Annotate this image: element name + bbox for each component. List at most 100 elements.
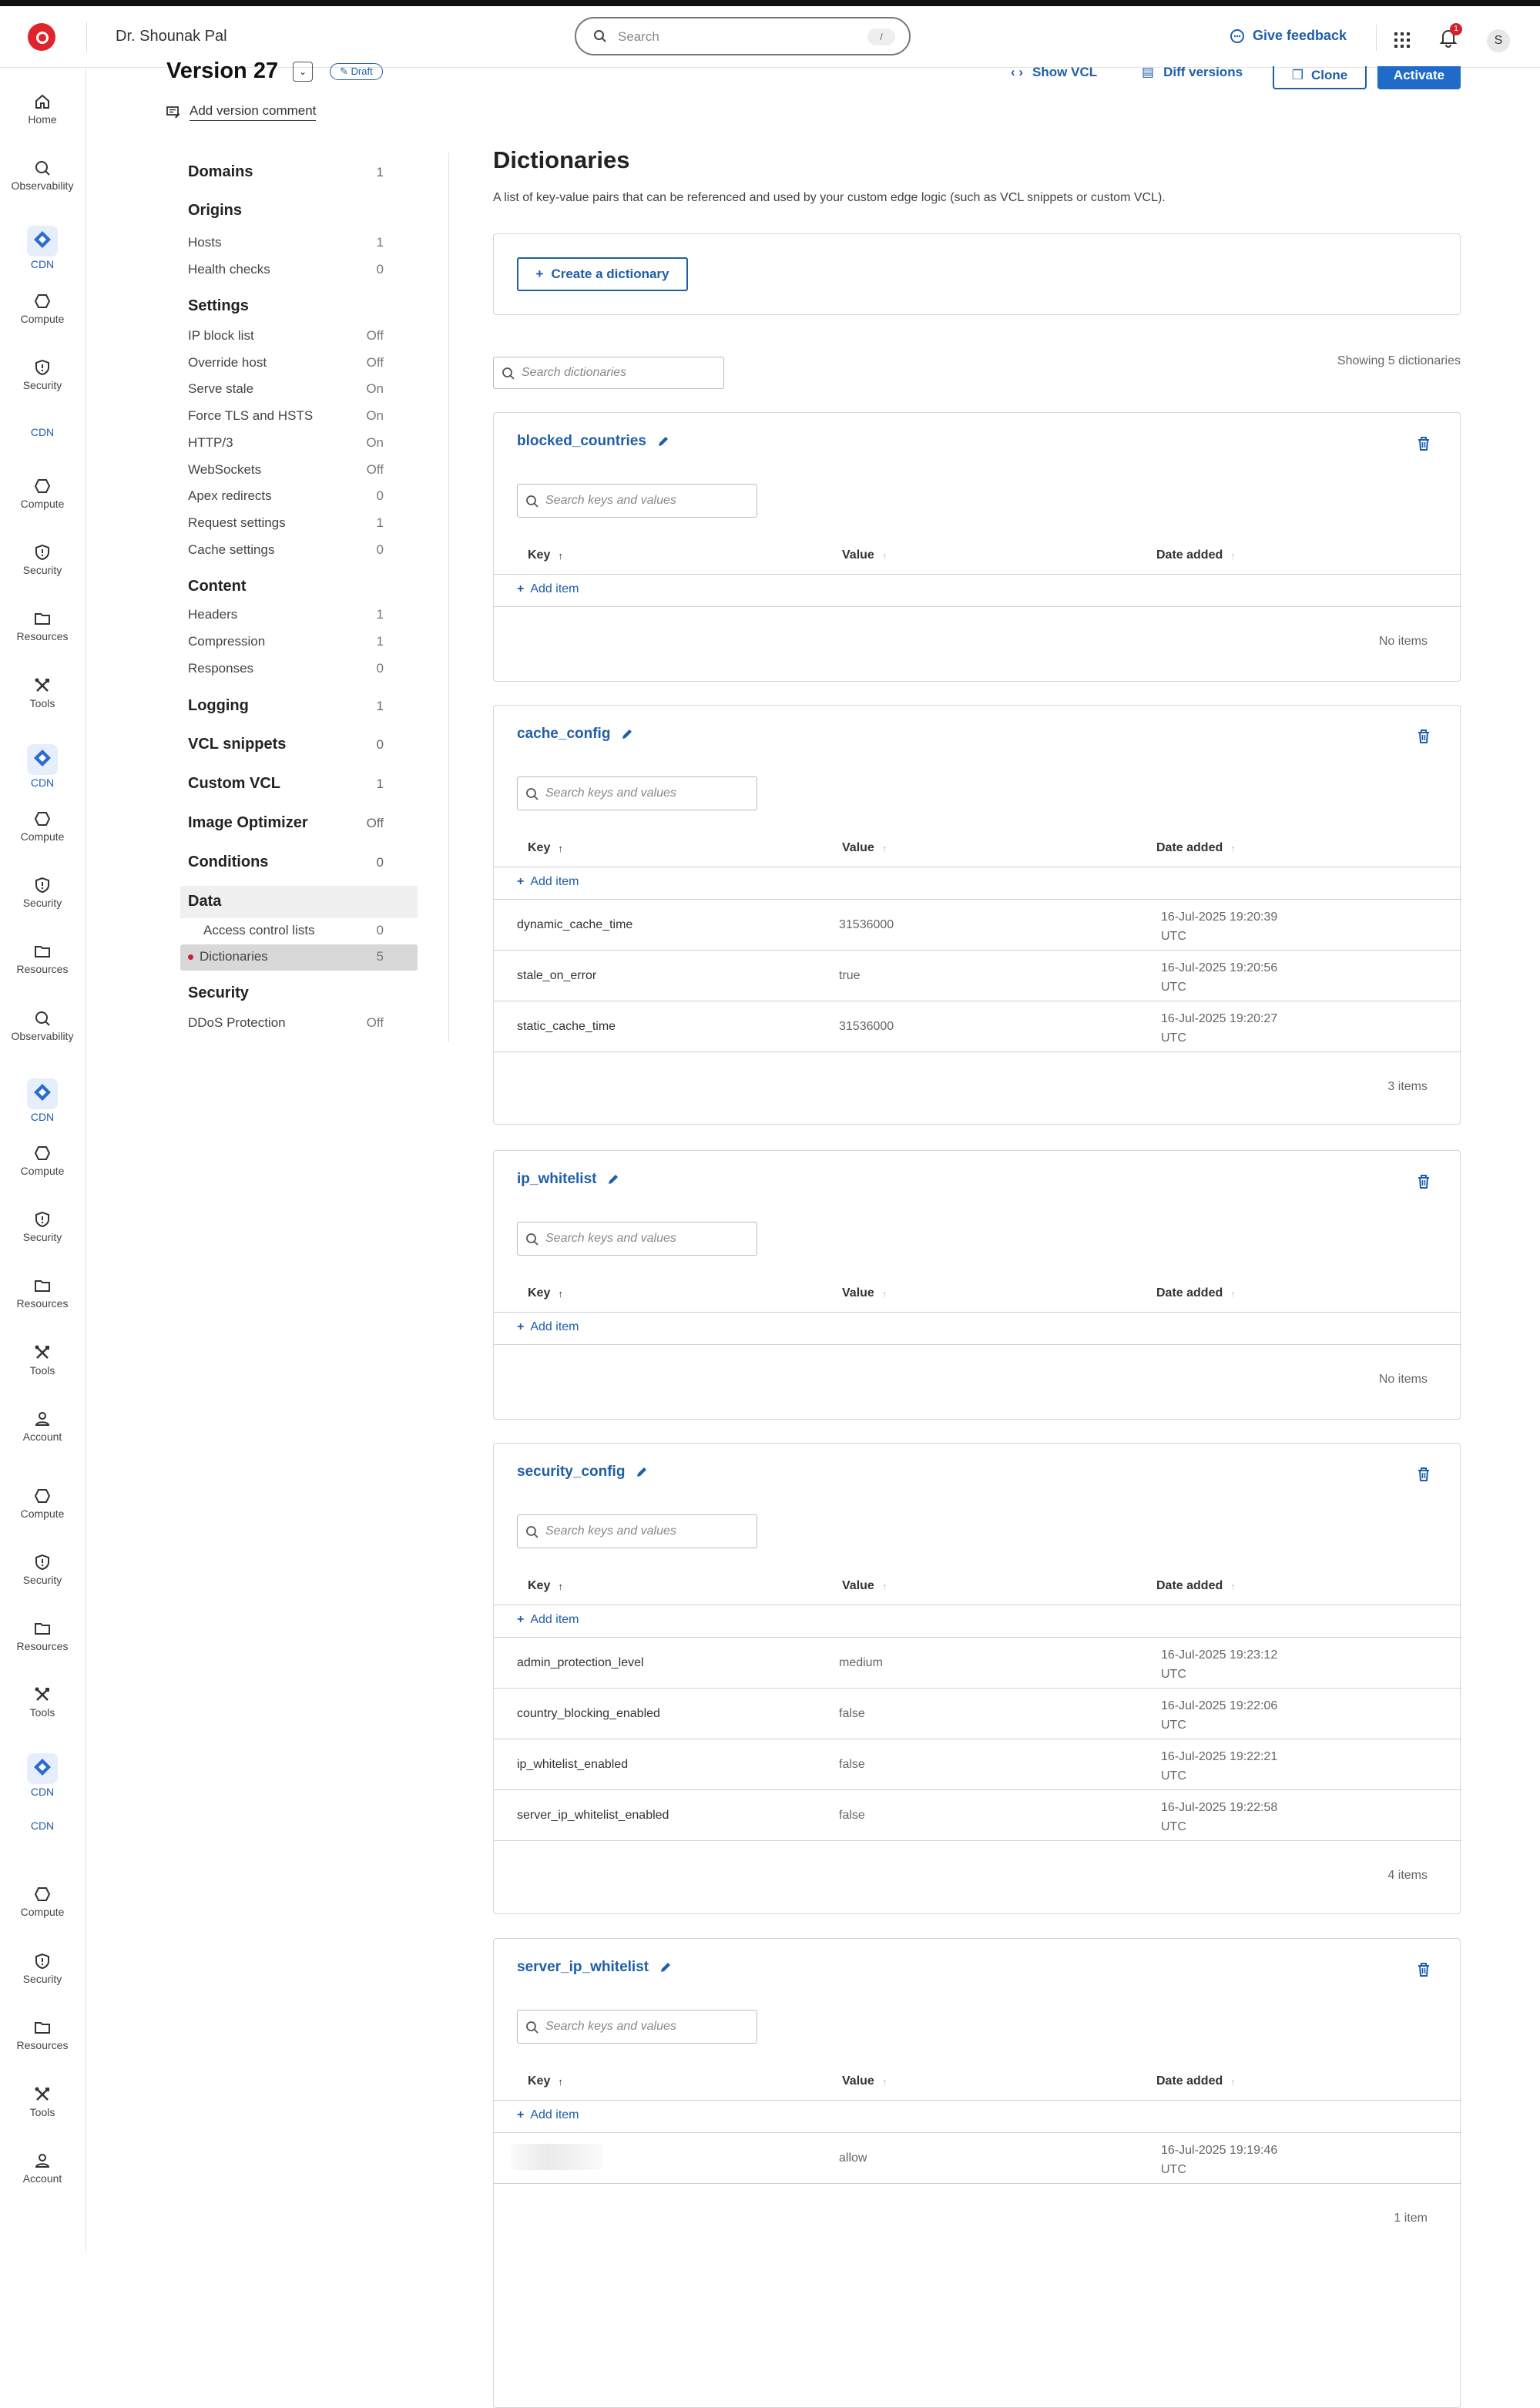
sidebar-item-resources[interactable]: Resources: [0, 2019, 85, 2051]
table-row[interactable]: dynamic_cache_time 31536000 16-Jul-2025 19…: [494, 900, 1461, 951]
column-header-value[interactable]: Value ↑: [842, 841, 887, 855]
dictionary-name-link[interactable]: server_ip_whitelist: [517, 1959, 672, 1976]
subnav-item-health-checks[interactable]: Health checks 0: [166, 262, 405, 277]
subnav-item-access-control-lists[interactable]: Access control lists 0: [166, 923, 405, 938]
add-item-button[interactable]: + Add item: [517, 1613, 579, 1627]
sidebar-item-security[interactable]: Security: [0, 877, 85, 909]
column-header-value[interactable]: Value ↑: [842, 2074, 887, 2088]
pencil-edit-icon[interactable]: [657, 435, 669, 448]
subnav-item-serve-stale[interactable]: Serve stale On: [166, 381, 405, 397]
column-header-date-added[interactable]: Date added ↑: [1156, 841, 1236, 855]
pencil-edit-icon[interactable]: [659, 1961, 672, 1974]
sidebar-item-compute[interactable]: Compute: [0, 478, 85, 510]
show-vcl-button[interactable]: ‹ › Show VCL: [1011, 65, 1097, 80]
sidebar-item-observability[interactable]: Observability: [0, 1010, 85, 1042]
subnav-item-vcl-snippets[interactable]: VCL snippets 0: [166, 736, 405, 753]
subnav-item-override-host[interactable]: Override host Off: [166, 355, 405, 371]
diff-versions-button[interactable]: ▤ Diff versions: [1142, 65, 1243, 80]
sidebar-item-cdn[interactable]: CDN: [0, 744, 85, 789]
subnav-item-dictionaries[interactable]: Dictionaries 5: [166, 949, 405, 964]
sidebar-item-account[interactable]: Account: [0, 1410, 85, 1443]
subnav-item-websockets[interactable]: WebSockets Off: [166, 462, 405, 478]
subnav-item-cache-settings[interactable]: Cache settings 0: [166, 542, 405, 558]
table-row[interactable]: allow 16-Jul-2025 19:19:46 UTC: [494, 2133, 1461, 2184]
pencil-edit-icon[interactable]: [621, 728, 633, 740]
give-feedback-button[interactable]: Give feedback: [1230, 28, 1347, 44]
subnav-item-responses[interactable]: Responses 0: [166, 661, 405, 676]
version-title[interactable]: Version 27: [166, 59, 278, 83]
sidebar-item-tools[interactable]: Tools: [0, 1686, 85, 1719]
search-dictionaries-input[interactable]: Search dictionaries: [493, 357, 724, 389]
sidebar-item-home[interactable]: Home: [0, 93, 85, 126]
sidebar-item-compute[interactable]: Compute: [0, 1487, 85, 1520]
subnav-item-domains[interactable]: Domains 1: [166, 163, 405, 181]
column-header-date-added[interactable]: Date added ↑: [1156, 1286, 1236, 1300]
fastly-logo-icon[interactable]: [28, 23, 55, 51]
column-header-key[interactable]: Key ↑: [528, 841, 563, 855]
sidebar-item-tools[interactable]: Tools: [0, 2086, 85, 2118]
trash-delete-icon[interactable]: [1417, 1962, 1431, 1977]
add-item-button[interactable]: + Add item: [517, 1320, 579, 1334]
sidebar-item-security[interactable]: Security: [0, 1953, 85, 1985]
table-row[interactable]: ip_whitelist_enabled false 16-Jul-2025 19:…: [494, 1739, 1461, 1790]
column-header-key[interactable]: Key ↑: [528, 1579, 563, 1593]
table-row[interactable]: country_blocking_enabled false 16-Jul-2025…: [494, 1689, 1461, 1739]
table-row[interactable]: server_ip_whitelist_enabled false 16-Jul-2…: [494, 1790, 1461, 1841]
activate-button[interactable]: Activate: [1377, 66, 1461, 89]
sidebar-item-tools[interactable]: Tools: [0, 1344, 85, 1377]
subnav-item-conditions[interactable]: Conditions 0: [166, 854, 405, 871]
search-keys-input[interactable]: Search keys and values: [517, 484, 757, 518]
add-item-button[interactable]: + Add item: [517, 875, 579, 889]
subnav-item-request-settings[interactable]: Request settings 1: [166, 515, 405, 531]
pencil-edit-icon[interactable]: [607, 1173, 619, 1186]
column-header-value[interactable]: Value ↑: [842, 1286, 887, 1300]
global-search-input[interactable]: Search /: [575, 17, 911, 55]
sidebar-item-cdn[interactable]: CDN: [0, 1078, 85, 1123]
column-header-key[interactable]: Key ↑: [528, 548, 563, 562]
sidebar-item-tools[interactable]: Tools: [0, 677, 85, 709]
subnav-item-ddos-protection[interactable]: DDoS Protection Off: [166, 1015, 405, 1031]
table-row[interactable]: admin_protection_level medium 16-Jul-2025 …: [494, 1638, 1461, 1689]
column-header-key[interactable]: Key ↑: [528, 2074, 563, 2088]
sidebar-item-resources[interactable]: Resources: [0, 610, 85, 642]
sidebar-item-security[interactable]: Security: [0, 359, 85, 391]
add-item-button[interactable]: + Add item: [517, 2108, 579, 2122]
column-header-value[interactable]: Value ↑: [842, 1579, 887, 1593]
sidebar-item-resources[interactable]: Resources: [0, 1620, 85, 1652]
dictionary-name-link[interactable]: ip_whitelist: [517, 1171, 619, 1188]
sidebar-item-compute[interactable]: Compute: [0, 293, 85, 325]
sidebar-item-security[interactable]: Security: [0, 1554, 85, 1586]
account-name[interactable]: Dr. Shounak Pal: [116, 28, 227, 45]
subnav-item-compression[interactable]: Compression 1: [166, 634, 405, 649]
sidebar-item-observability[interactable]: Observability: [0, 159, 85, 192]
dictionary-name-link[interactable]: blocked_countries: [517, 433, 669, 450]
sidebar-item-resources[interactable]: Resources: [0, 943, 85, 975]
sidebar-item-resources[interactable]: Resources: [0, 1277, 85, 1310]
column-header-date-added[interactable]: Date added ↑: [1156, 1579, 1236, 1593]
trash-delete-icon[interactable]: [1417, 436, 1431, 451]
table-row[interactable]: static_cache_time 31536000 16-Jul-2025 19:…: [494, 1001, 1461, 1052]
subnav-item-force-tls[interactable]: Force TLS and HSTS On: [166, 408, 405, 424]
add-item-button[interactable]: + Add item: [517, 582, 579, 596]
pencil-edit-icon[interactable]: [636, 1466, 648, 1478]
column-header-key[interactable]: Key ↑: [528, 1286, 563, 1300]
create-dictionary-button[interactable]: + Create a dictionary: [517, 257, 688, 291]
sidebar-item-compute[interactable]: Compute: [0, 810, 85, 843]
user-avatar[interactable]: S: [1487, 29, 1510, 52]
trash-delete-icon[interactable]: [1417, 1174, 1431, 1189]
sidebar-item-cdn[interactable]: CDN: [0, 1819, 85, 1832]
dictionary-name-link[interactable]: security_config: [517, 1464, 648, 1481]
app-switcher-icon[interactable]: [1394, 32, 1410, 48]
subnav-item-custom-vcl[interactable]: Custom VCL 1: [166, 775, 405, 793]
sidebar-item-compute[interactable]: Compute: [0, 1145, 85, 1177]
sidebar-item-cdn[interactable]: CDN: [0, 1753, 85, 1798]
sidebar-item-cdn[interactable]: CDN: [0, 426, 85, 438]
trash-delete-icon[interactable]: [1417, 1467, 1431, 1482]
subnav-item-headers[interactable]: Headers 1: [166, 607, 405, 622]
sidebar-item-security[interactable]: Security: [0, 544, 85, 576]
subnav-heading-data[interactable]: Data: [166, 893, 405, 911]
add-version-comment-link[interactable]: Add version comment: [166, 103, 317, 121]
subnav-item-hosts[interactable]: Hosts 1: [166, 235, 405, 250]
sidebar-item-cdn[interactable]: CDN: [0, 226, 85, 270]
search-keys-input[interactable]: Search keys and values: [517, 776, 757, 810]
